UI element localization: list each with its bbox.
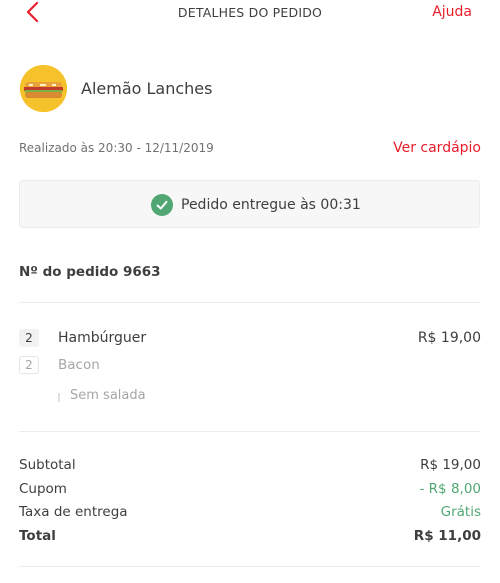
subtotal-label: Subtotal — [19, 457, 76, 473]
total-label: Total — [19, 528, 56, 544]
subitem-name: Bacon — [58, 357, 100, 373]
page-title: DETALHES DO PEDIDO — [177, 5, 323, 20]
sandwich-logo-icon — [20, 65, 67, 112]
delivery-fee-value: Grátis — [440, 504, 481, 520]
help-link[interactable]: Ajuda — [432, 4, 472, 20]
divider — [19, 566, 480, 567]
subitem-quantity: 2 — [19, 356, 39, 374]
item-note: Sem salada — [70, 388, 146, 403]
item-name: Hambúrguer — [58, 330, 147, 346]
order-placed-time: Realizado às 20:30 - 12/11/2019 — [19, 141, 214, 155]
coupon-label: Cupom — [19, 481, 67, 497]
order-status-text: Pedido entregue às 00:31 — [181, 197, 361, 213]
note-marker — [58, 393, 60, 402]
coupon-value: - R$ 8,00 — [419, 481, 481, 497]
order-number: Nº do pedido 9663 — [19, 264, 161, 280]
check-circle-icon — [151, 194, 173, 216]
subtotal-value: R$ 19,00 — [420, 457, 481, 473]
item-price: R$ 19,00 — [417, 330, 481, 346]
divider — [19, 302, 480, 303]
divider — [19, 431, 480, 432]
delivery-fee-label: Taxa de entrega — [19, 504, 128, 520]
item-quantity: 2 — [19, 329, 39, 347]
total-value: R$ 11,00 — [413, 528, 481, 544]
store-logo — [20, 65, 67, 112]
view-menu-link[interactable]: Ver cardápio — [393, 140, 481, 156]
order-status-box: Pedido entregue às 00:31 — [19, 180, 480, 228]
store-name: Alemão Lanches — [81, 79, 213, 98]
